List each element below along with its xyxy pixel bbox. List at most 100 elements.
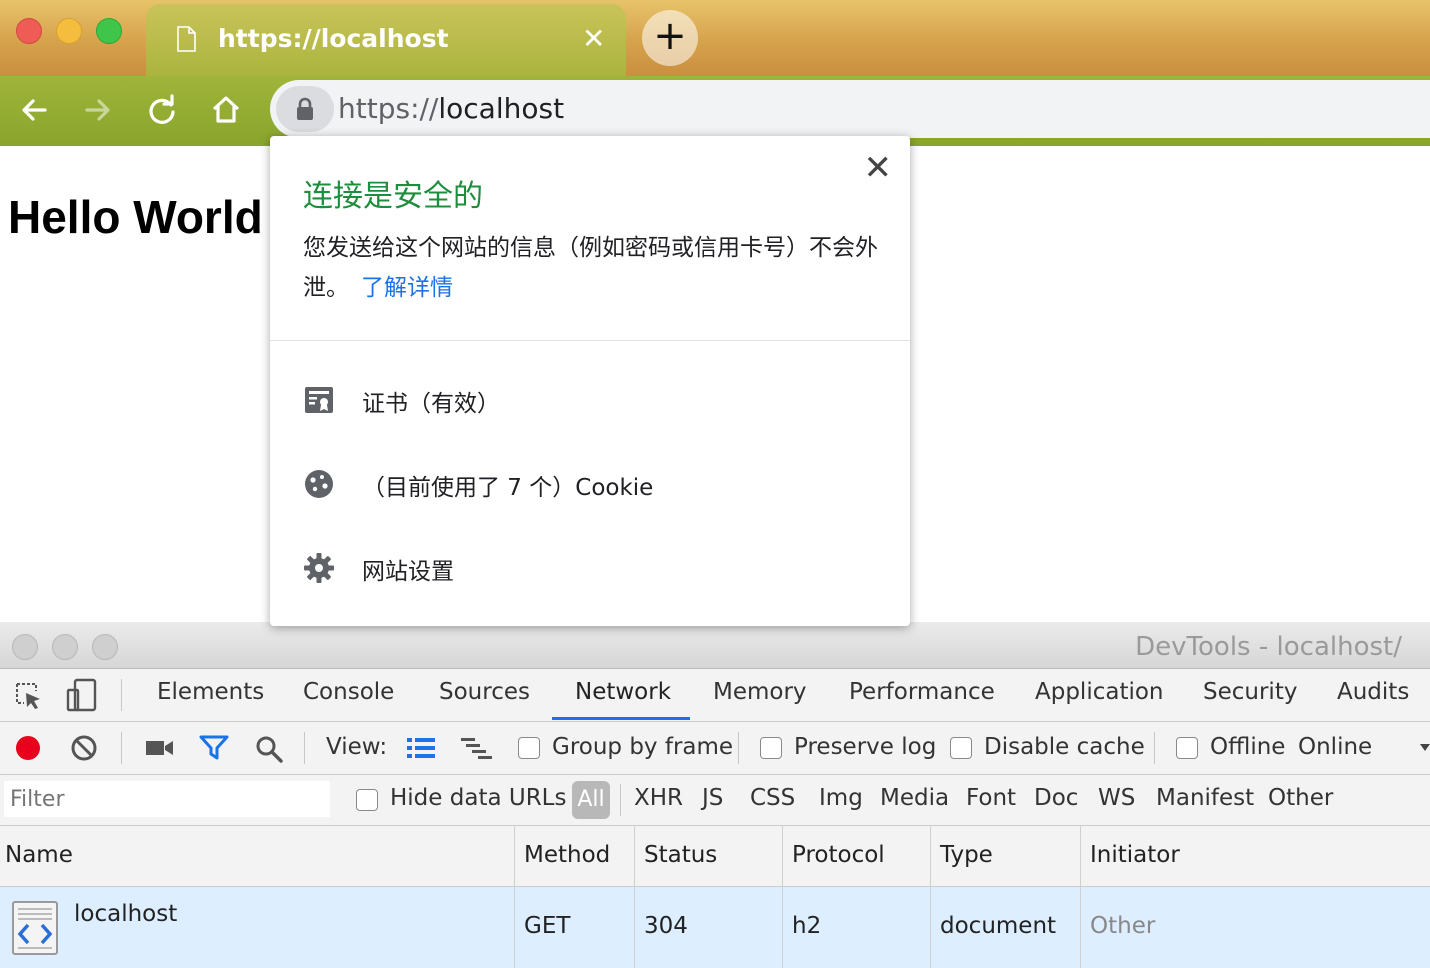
- filter-type-media[interactable]: Media: [880, 785, 949, 811]
- large-request-rows-icon[interactable]: [406, 736, 436, 760]
- record-icon[interactable]: [14, 734, 42, 762]
- preserve-log-checkbox[interactable]: [760, 737, 782, 759]
- request-status: 304: [644, 913, 688, 939]
- popup-close-icon[interactable]: ✕: [864, 148, 893, 188]
- network-toolbar: View: Group by frame Preserve log Disabl…: [0, 722, 1430, 775]
- page-heading: Hello World: [8, 191, 263, 243]
- hide-data-urls-checkbox[interactable]: [356, 789, 378, 811]
- browser-tab-strip: https://localhost ✕ +: [0, 0, 1430, 80]
- site-settings-row[interactable]: 网站设置: [270, 538, 910, 598]
- search-icon[interactable]: [254, 734, 284, 764]
- filter-type-doc[interactable]: Doc: [1034, 785, 1078, 811]
- toolbar-separator: [121, 679, 122, 711]
- learn-more-link[interactable]: 了解详情: [361, 275, 453, 301]
- offline-label: Offline: [1210, 734, 1286, 760]
- popup-divider: [270, 340, 910, 341]
- devtools-panel-tabs: Elements Console Sources Network Memory …: [0, 669, 1430, 722]
- certificate-icon: [305, 387, 333, 413]
- filter-type-ws[interactable]: WS: [1098, 785, 1135, 811]
- tab-audits[interactable]: Audits: [1337, 679, 1409, 705]
- column-separator[interactable]: [634, 826, 635, 968]
- devtools-titlebar: DevTools - localhost/: [0, 622, 1430, 669]
- lock-icon: [297, 97, 313, 120]
- url-host: localhost: [438, 92, 565, 125]
- browser-tab[interactable]: https://localhost ✕: [146, 4, 626, 80]
- devtools-zoom-button[interactable]: [92, 634, 118, 660]
- column-header-method[interactable]: Method: [524, 842, 610, 868]
- chevron-down-icon[interactable]: [1420, 742, 1430, 752]
- view-label: View:: [326, 734, 388, 760]
- site-info-button[interactable]: [276, 86, 334, 132]
- tab-security[interactable]: Security: [1203, 679, 1297, 705]
- cookies-row[interactable]: （目前使用了 7 个）Cookie: [270, 454, 910, 514]
- filter-type-all[interactable]: All: [572, 781, 610, 819]
- tab-console[interactable]: Console: [303, 679, 394, 705]
- column-header-status[interactable]: Status: [644, 842, 717, 868]
- filter-input[interactable]: [4, 781, 330, 817]
- toolbar-separator: [738, 732, 739, 764]
- column-separator[interactable]: [514, 826, 515, 968]
- waterfall-overview-icon[interactable]: [460, 736, 494, 760]
- column-header-initiator[interactable]: Initiator: [1090, 842, 1180, 868]
- column-header-protocol[interactable]: Protocol: [792, 842, 885, 868]
- column-separator[interactable]: [930, 826, 931, 968]
- devtools-minimize-button[interactable]: [52, 634, 78, 660]
- disable-cache-checkbox[interactable]: [950, 737, 972, 759]
- window-minimize-button[interactable]: [56, 18, 82, 44]
- tab-performance[interactable]: Performance: [849, 679, 995, 705]
- tab-memory[interactable]: Memory: [713, 679, 807, 705]
- window-zoom-button[interactable]: [96, 18, 122, 44]
- home-icon[interactable]: [209, 93, 243, 127]
- toolbar-separator: [304, 732, 305, 764]
- tab-application[interactable]: Application: [1035, 679, 1164, 705]
- offline-checkbox[interactable]: [1176, 737, 1198, 759]
- cookies-label: （目前使用了 7 个）Cookie: [362, 475, 654, 501]
- active-tab-indicator: [552, 717, 690, 720]
- filter-type-img[interactable]: Img: [819, 785, 863, 811]
- url-scheme: https://: [338, 92, 439, 125]
- cookie-icon: [305, 470, 333, 498]
- tab-elements[interactable]: Elements: [157, 679, 264, 705]
- column-header-name[interactable]: Name: [5, 842, 73, 868]
- filter-type-other[interactable]: Other: [1268, 785, 1333, 811]
- filter-type-xhr[interactable]: XHR: [634, 785, 683, 811]
- table-row[interactable]: localhost GET 304 h2 document Other: [0, 887, 1430, 968]
- popup-title: 连接是安全的: [303, 179, 483, 214]
- tab-sources[interactable]: Sources: [439, 679, 530, 705]
- hide-data-urls-label: Hide data URLs: [390, 785, 567, 811]
- site-settings-label: 网站设置: [362, 559, 454, 585]
- window-close-button[interactable]: [16, 18, 42, 44]
- gear-icon: [304, 553, 334, 583]
- filter-type-css[interactable]: CSS: [750, 785, 795, 811]
- column-separator[interactable]: [1080, 826, 1081, 968]
- devtools-close-button[interactable]: [12, 634, 38, 660]
- inspect-element-icon[interactable]: [14, 681, 44, 711]
- back-arrow-icon[interactable]: [17, 93, 51, 127]
- url-text[interactable]: https://localhost: [338, 92, 564, 125]
- requests-table-header: Name Method Status Protocol Type Initiat…: [0, 826, 1430, 887]
- filter-type-js[interactable]: JS: [702, 785, 723, 811]
- throttling-select[interactable]: Online: [1298, 734, 1372, 760]
- certificate-row[interactable]: 证书（有效）: [270, 370, 910, 430]
- clear-icon[interactable]: [70, 734, 98, 762]
- new-tab-button[interactable]: +: [642, 10, 698, 66]
- group-by-frame-checkbox[interactable]: [518, 737, 540, 759]
- tab-close-icon[interactable]: ✕: [582, 22, 605, 55]
- reload-icon[interactable]: [145, 93, 179, 127]
- tab-title: https://localhost: [218, 24, 449, 53]
- device-toolbar-icon[interactable]: [66, 678, 98, 712]
- filter-type-font[interactable]: Font: [966, 785, 1016, 811]
- filter-type-manifest[interactable]: Manifest: [1156, 785, 1254, 811]
- devtools-window-title: DevTools - localhost/: [1135, 632, 1402, 662]
- tab-network[interactable]: Network: [575, 679, 671, 705]
- toolbar-separator: [620, 784, 621, 816]
- request-initiator: Other: [1090, 913, 1156, 939]
- screenshot-camera-icon[interactable]: [145, 736, 175, 760]
- column-separator[interactable]: [782, 826, 783, 968]
- address-bar[interactable]: https://localhost: [270, 80, 1430, 138]
- forward-arrow-icon[interactable]: [81, 93, 115, 127]
- request-type: document: [940, 913, 1057, 939]
- column-header-type[interactable]: Type: [940, 842, 993, 868]
- filter-funnel-icon[interactable]: [199, 734, 229, 762]
- preserve-log-label: Preserve log: [794, 734, 937, 760]
